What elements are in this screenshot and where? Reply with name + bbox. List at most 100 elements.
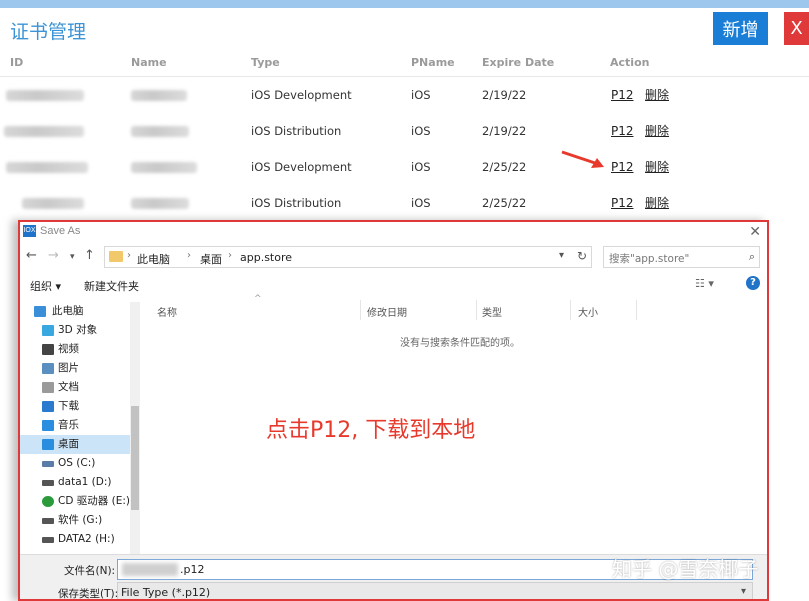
- redacted-name: [131, 162, 197, 173]
- sidebar-item-music[interactable]: 音乐: [20, 416, 130, 435]
- breadcrumb-separator-icon[interactable]: ›: [187, 250, 191, 261]
- desktop-icon: [42, 439, 54, 450]
- redacted-id: [6, 90, 84, 101]
- navigation-bar: ← → ▾ ↑ › 此电脑 › 桌面 › app.store ▾ ↻ 搜索"ap…: [20, 246, 767, 268]
- p12-download-link[interactable]: P12: [611, 113, 634, 149]
- drive-icon: [42, 537, 54, 543]
- cert-type: iOS Development: [251, 88, 352, 102]
- table-row: iOS Distribution iOS 2/19/22 P12 删除: [0, 113, 809, 149]
- column-header-pname: PName: [411, 56, 455, 69]
- column-header-action: Action: [610, 56, 650, 69]
- delete-link[interactable]: 删除: [645, 113, 669, 149]
- column-header-type: Type: [251, 56, 280, 69]
- p12-download-link[interactable]: P12: [611, 149, 634, 185]
- up-arrow-icon[interactable]: ↑: [84, 248, 95, 263]
- breadcrumb-separator-icon[interactable]: ›: [127, 250, 131, 261]
- file-list-header: ^ 名称 修改日期 类型 大小: [142, 294, 762, 320]
- recent-chevron-down-icon[interactable]: ▾: [70, 252, 75, 262]
- video-icon: [42, 344, 54, 355]
- sidebar-item-label: 软件 (G:): [58, 514, 103, 526]
- delete-link[interactable]: 删除: [645, 185, 669, 221]
- sidebar-item-label: OS (C:): [58, 457, 96, 469]
- navigation-pane: 此电脑 3D 对象 视频 图片 文档 下载 音乐 桌面 OS (C:) data…: [20, 302, 140, 554]
- sidebar-item-desktop[interactable]: 桌面: [20, 435, 130, 454]
- sidebar-item-videos[interactable]: 视频: [20, 340, 130, 359]
- sidebar-item-documents[interactable]: 文档: [20, 378, 130, 397]
- sort-caret-icon: ^: [254, 294, 262, 304]
- help-icon[interactable]: ?: [746, 276, 760, 290]
- red-arrow-icon: [561, 150, 604, 168]
- column-name[interactable]: 名称: [157, 304, 177, 319]
- cert-type: iOS Development: [251, 160, 352, 174]
- dialog-toolbar: 组织 ▾ 新建文件夹 ☷ ▾ ?: [20, 272, 767, 296]
- forward-arrow-icon[interactable]: →: [48, 248, 59, 263]
- column-divider[interactable]: [636, 300, 637, 320]
- sidebar-item-cd-drive-e[interactable]: CD 驱动器 (E:) I: [20, 492, 136, 511]
- cert-pname: iOS: [411, 196, 431, 210]
- sidebar-item-label: 此电脑: [52, 305, 84, 317]
- save-as-dialog: IOX Save As ✕ ← → ▾ ↑ › 此电脑 › 桌面 › app.s…: [18, 220, 769, 601]
- new-folder-button[interactable]: 新建文件夹: [84, 278, 139, 294]
- breadcrumb-separator-icon[interactable]: ›: [228, 250, 232, 261]
- add-button[interactable]: 新增: [713, 12, 768, 45]
- filetype-label: 保存类型(T):: [58, 588, 119, 600]
- drive-icon: [42, 518, 54, 524]
- sidebar-item-pictures[interactable]: 图片: [20, 359, 130, 378]
- dialog-close-icon[interactable]: ✕: [749, 223, 761, 240]
- column-divider[interactable]: [476, 300, 477, 320]
- chevron-down-icon[interactable]: ▾: [741, 586, 746, 597]
- sidebar-item-label: 图片: [58, 362, 79, 374]
- browser-top-strip: [0, 0, 809, 8]
- navigation-scrollbar-thumb[interactable]: [131, 406, 139, 510]
- column-size[interactable]: 大小: [578, 304, 598, 319]
- zhihu-watermark: 知乎 @雪奈椰子: [612, 557, 759, 581]
- redacted-id: [6, 162, 88, 173]
- column-divider[interactable]: [360, 300, 361, 320]
- sidebar-item-drive-g[interactable]: 软件 (G:): [20, 511, 130, 530]
- filetype-select[interactable]: File Type (*.p12) ▾: [117, 582, 753, 599]
- sidebar-item-this-pc[interactable]: 此电脑: [20, 302, 130, 321]
- sidebar-item-drive-c[interactable]: OS (C:): [20, 454, 130, 473]
- sidebar-item-drive-d[interactable]: data1 (D:): [20, 473, 130, 492]
- document-icon: [42, 382, 54, 393]
- column-header-name: Name: [131, 56, 167, 69]
- sidebar-item-label: 音乐: [58, 419, 79, 431]
- organize-menu[interactable]: 组织 ▾: [30, 278, 61, 294]
- column-type[interactable]: 类型: [482, 304, 502, 319]
- search-box[interactable]: 搜索"app.store" ⌕: [603, 246, 760, 268]
- drive-icon: [42, 461, 54, 467]
- address-bar[interactable]: › 此电脑 › 桌面 › app.store ▾ ↻: [104, 246, 592, 268]
- address-dropdown-icon[interactable]: ▾: [559, 250, 564, 261]
- redacted-id: [22, 198, 84, 209]
- breadcrumb-app-store[interactable]: app.store: [240, 251, 292, 264]
- dialog-title-bar: IOX Save As ✕: [20, 222, 767, 242]
- redacted-filename: [122, 563, 178, 576]
- column-date-modified[interactable]: 修改日期: [367, 304, 407, 319]
- sidebar-item-label: CD 驱动器 (E:) I: [58, 495, 137, 507]
- p12-download-link[interactable]: P12: [611, 77, 634, 113]
- close-button[interactable]: X: [784, 12, 809, 45]
- refresh-icon[interactable]: ↻: [577, 249, 587, 263]
- sidebar-item-label: 3D 对象: [58, 324, 98, 336]
- delete-link[interactable]: 删除: [645, 149, 669, 185]
- sidebar-item-label: DATA2 (H:): [58, 533, 115, 545]
- breadcrumb-this-pc[interactable]: 此电脑: [137, 251, 170, 267]
- cube-icon: [42, 325, 54, 336]
- column-divider[interactable]: [570, 300, 571, 320]
- delete-link[interactable]: 删除: [645, 77, 669, 113]
- view-options-icon[interactable]: ☷ ▾: [695, 277, 714, 290]
- breadcrumb-desktop[interactable]: 桌面: [200, 251, 222, 267]
- search-icon[interactable]: ⌕: [749, 250, 755, 264]
- p12-download-link[interactable]: P12: [611, 185, 634, 221]
- sidebar-item-3d-objects[interactable]: 3D 对象: [20, 321, 130, 340]
- cert-pname: iOS: [411, 124, 431, 138]
- back-arrow-icon[interactable]: ←: [26, 248, 37, 263]
- redacted-name: [131, 126, 189, 137]
- sidebar-item-label: data1 (D:): [58, 476, 112, 488]
- cert-type: iOS Distribution: [251, 124, 342, 138]
- sidebar-item-downloads[interactable]: 下载: [20, 397, 130, 416]
- redacted-id: [4, 126, 84, 137]
- search-placeholder: 搜索"app.store": [609, 253, 690, 265]
- sidebar-item-drive-h[interactable]: DATA2 (H:): [20, 530, 130, 549]
- cert-expire-date: 2/25/22: [482, 160, 527, 174]
